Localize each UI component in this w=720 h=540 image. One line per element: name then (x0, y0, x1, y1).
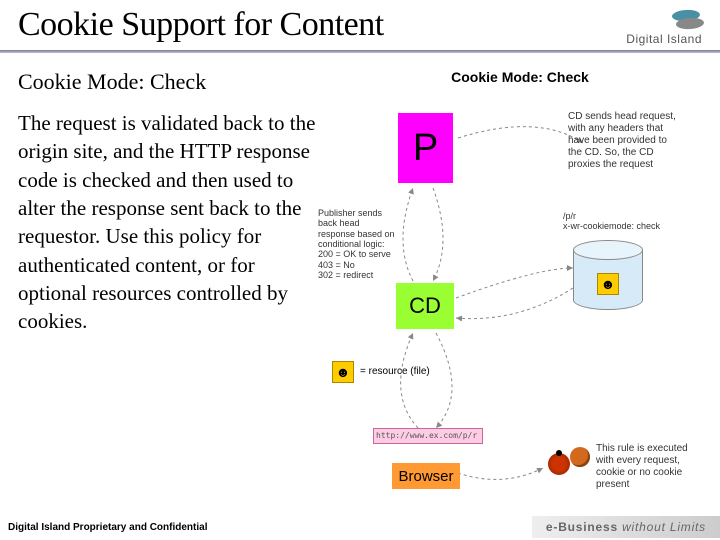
logo-icon (672, 10, 702, 30)
diagram: P CD Browser ☻ CD sends head request, wi… (338, 93, 688, 493)
footer-tagline: e-Business without Limits (532, 516, 720, 538)
cookie-icon (570, 447, 590, 467)
page-title: Cookie Support for Content (18, 6, 384, 44)
footer-confidential: Digital Island Proprietary and Confident… (8, 522, 207, 533)
body-text: The request is validated back to the ori… (18, 109, 328, 336)
browser-node: Browser (392, 463, 460, 489)
logo: Digital Island (626, 10, 702, 46)
cd-node: CD (396, 283, 454, 329)
diagram-title: Cookie Mode: Check (338, 69, 702, 85)
footer-tagline-bold: e-Business (546, 520, 622, 534)
logo-text: Digital Island (626, 32, 702, 46)
subtitle: Cookie Mode: Check (18, 69, 328, 95)
legend-text: = resource (file) (360, 366, 430, 377)
footer-tagline-italic: without Limits (622, 520, 706, 534)
bug-icon (548, 453, 570, 475)
publisher-response-note: Publisher sends back head response based… (318, 208, 396, 280)
smiley-icon: ☻ (597, 273, 619, 295)
publisher-node: P (398, 113, 453, 183)
legend-smiley-icon: ☻ (332, 361, 354, 383)
storage-cylinder: ☻ (573, 238, 643, 313)
url-bar: http://www.ex.com/p/r (373, 428, 483, 444)
rule-note: This rule is executed with every request… (596, 443, 696, 491)
path-label: /p/r x-wr-cookiemode: check (563, 211, 673, 232)
top-note: CD sends head request, with any headers … (568, 111, 678, 171)
header-divider (0, 50, 720, 53)
